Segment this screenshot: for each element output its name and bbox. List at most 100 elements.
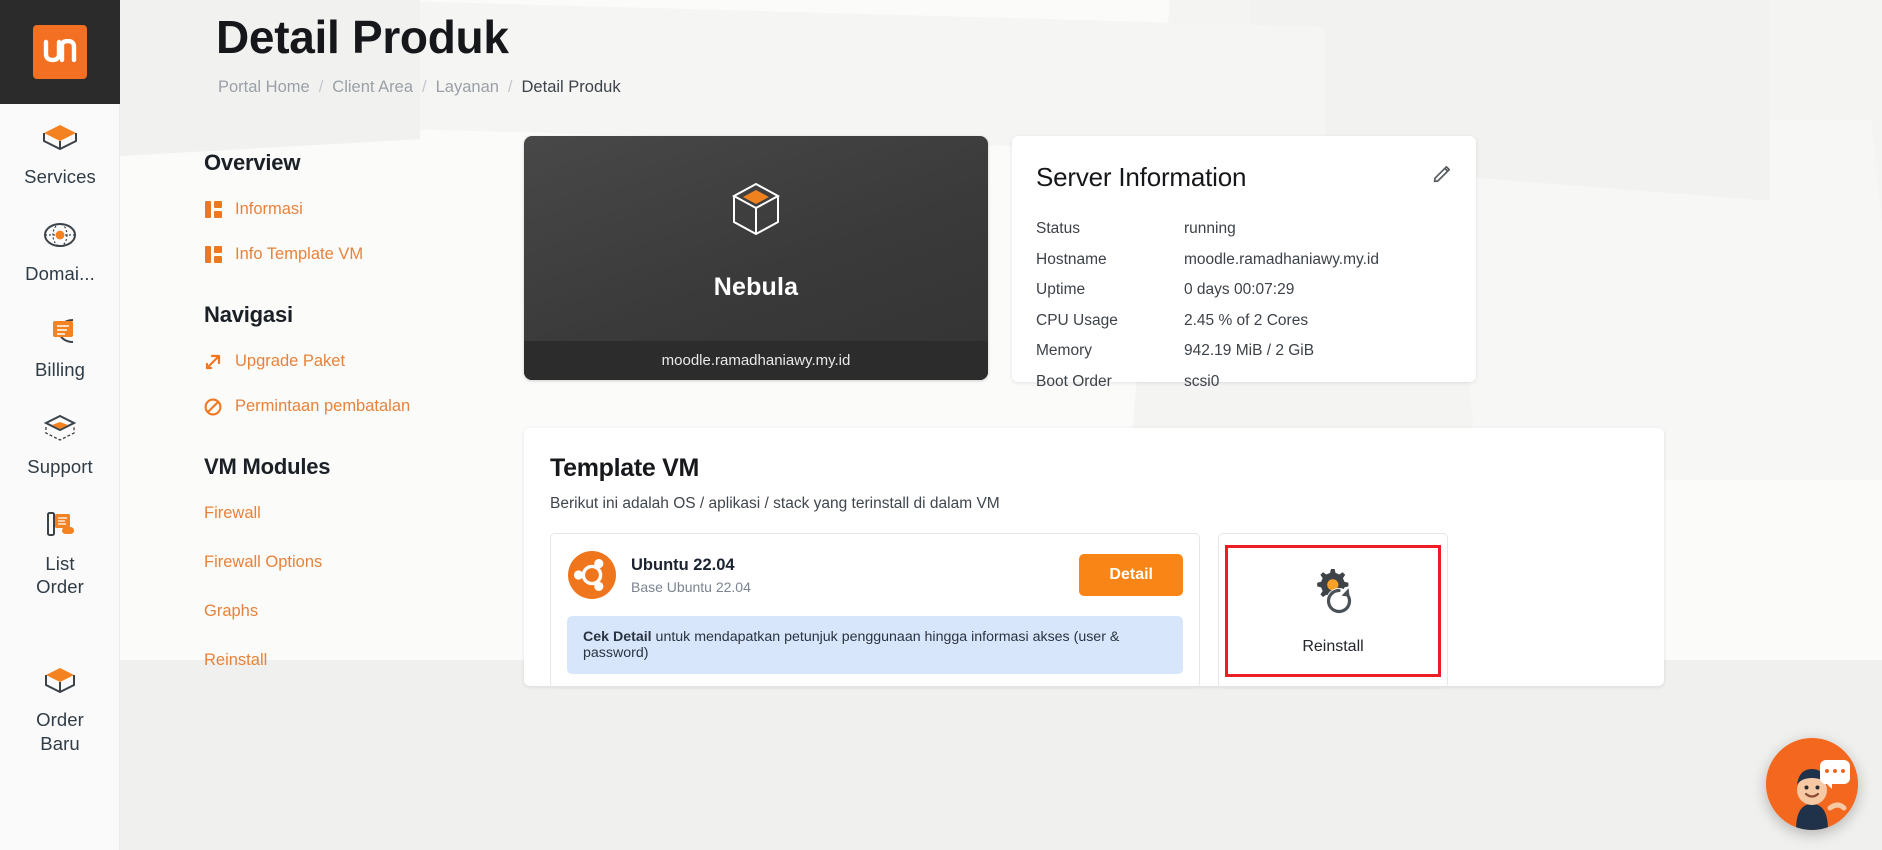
server-info-value: 0 days 00:07:29 [1184,278,1294,302]
nav-link-upgrade-paket[interactable]: Upgrade Paket [204,352,514,371]
page-content: Detail Produk Portal Home / Client Area … [120,0,1882,850]
dashboard-icon [204,201,222,219]
gear-reinstall-icon [1307,567,1359,624]
nav-link-label: Graphs [204,602,258,621]
nav-link-permintaan-pembatalan[interactable]: Permintaan pembatalan [204,397,514,416]
server-info-key: Memory [1036,339,1184,363]
rail-label: Billing [35,358,85,382]
breadcrumb-separator: / [319,78,324,97]
app-logo[interactable] [0,0,120,104]
vm-hostname-footer: moodle.ramadhaniawy.my.id [524,341,988,380]
rail-item-order-baru[interactable]: Order Baru [0,647,120,767]
nav-link-reinstall[interactable]: Reinstall [204,651,514,670]
ban-icon [204,398,222,416]
globe-icon [39,215,81,255]
nav-link-label: Upgrade Paket [235,352,345,371]
server-info-row: Status running [1036,217,1450,241]
detail-button[interactable]: Detail [1079,554,1183,596]
chat-avatar-icon [1766,738,1858,830]
rail-item-support[interactable]: Support [0,394,120,491]
new-order-box-icon [39,661,81,701]
page-canvas: Detail Produk Portal Home / Client Area … [120,0,1882,850]
nav-link-label: Informasi [235,200,303,219]
server-info-value: 2.45 % of 2 Cores [1184,309,1308,333]
vm-summary-card: Nebula moodle.ramadhaniawy.my.id [524,136,988,380]
template-vm-grid: Ubuntu 22.04 Base Ubuntu 22.04 Detail Ce… [550,533,1638,689]
rail-item-list-order[interactable]: List Order [0,491,120,611]
nav-link-firewall[interactable]: Firewall [204,504,514,523]
server-info-key: Boot Order [1036,370,1184,394]
reinstall-panel: Reinstall [1218,533,1448,689]
vm-summary-body: Nebula [524,136,988,341]
nav-link-info-template-vm[interactable]: Info Template VM [204,245,514,264]
rail-label: Order Baru [36,708,84,755]
os-alert-text: untuk mendapatkan petunjuk penggunaan hi… [583,629,1119,661]
nav-link-graphs[interactable]: Graphs [204,602,514,621]
server-info-key: Status [1036,217,1184,241]
cube-icon [722,176,790,249]
template-vm-subtitle: Berikut ini adalah OS / aplikasi / stack… [550,495,1638,513]
jh-logo-icon [43,39,77,65]
secondary-nav: Overview Informasi [204,150,514,700]
nav-link-label: Permintaan pembatalan [235,397,410,416]
box-icon [39,118,81,158]
dashboard-icon [204,246,222,264]
os-row: Ubuntu 22.04 Base Ubuntu 22.04 Detail [567,550,1183,600]
rail-label: Domai... [25,262,95,286]
nav-link-informasi[interactable]: Informasi [204,200,514,219]
reinstall-button[interactable]: Reinstall [1225,545,1441,677]
rail-label: List Order [36,552,84,599]
rail-item-billing[interactable]: Billing [0,297,120,394]
template-vm-title: Template VM [550,454,1638,483]
rail-spacer [0,611,119,647]
left-icon-rail: Services Domai... Billing [0,0,120,850]
breadcrumb-item-portal-home[interactable]: Portal Home [218,78,310,97]
support-box-icon [39,408,81,448]
server-info-value: scsi0 [1184,370,1219,394]
server-information-title: Server Information [1036,162,1450,193]
template-vm-card: Template VM Berikut ini adalah OS / apli… [524,428,1664,686]
breadcrumb: Portal Home / Client Area / Layanan / De… [218,78,621,97]
nav-link-firewall-options[interactable]: Firewall Options [204,553,514,572]
os-alert: Cek Detail untuk mendapatkan petunjuk pe… [567,616,1183,674]
os-alert-strong: Cek Detail [583,629,652,645]
breadcrumb-separator: / [508,78,513,97]
server-information-rows: Status running Hostname moodle.ramadhani… [1036,217,1450,394]
os-description: Base Ubuntu 22.04 [631,579,1079,595]
server-info-key: Uptime [1036,278,1184,302]
server-info-value: moodle.ramadhaniawy.my.id [1184,248,1379,272]
list-order-icon [39,505,81,545]
os-panel: Ubuntu 22.04 Base Ubuntu 22.04 Detail Ce… [550,533,1200,689]
server-info-row: CPU Usage 2.45 % of 2 Cores [1036,309,1450,333]
chat-widget[interactable] [1766,738,1858,830]
breadcrumb-item-client-area[interactable]: Client Area [332,78,413,97]
vm-name: Nebula [714,273,799,302]
breadcrumb-item-detail-produk: Detail Produk [522,78,621,97]
os-text: Ubuntu 22.04 Base Ubuntu 22.04 [631,556,1079,595]
server-info-row: Hostname moodle.ramadhaniawy.my.id [1036,248,1450,272]
nav-heading-vm-modules: VM Modules [204,454,514,480]
server-info-value: running [1184,217,1236,241]
rail-label: Services [24,165,96,189]
nav-heading-navigasi: Navigasi [204,302,514,328]
nav-link-label: Reinstall [204,651,267,670]
page-title: Detail Produk [216,10,509,64]
rail-item-services[interactable]: Services [0,104,120,201]
server-info-key: Hostname [1036,248,1184,272]
nav-link-label: Info Template VM [235,245,363,264]
os-name: Ubuntu 22.04 [631,556,1079,575]
reinstall-label: Reinstall [1302,638,1363,656]
nav-link-label: Firewall Options [204,553,322,572]
invoice-icon [39,311,81,351]
nav-heading-overview: Overview [204,150,514,176]
server-information-card: Server Information Status running Hostna… [1012,136,1476,382]
rail-item-domains[interactable]: Domai... [0,201,120,298]
nav-link-label: Firewall [204,504,261,523]
breadcrumb-item-layanan[interactable]: Layanan [436,78,499,97]
rail-label: Support [27,455,93,479]
chat-bubble-icon [1820,760,1850,784]
breadcrumb-separator: / [422,78,427,97]
server-info-row: Uptime 0 days 00:07:29 [1036,278,1450,302]
server-info-value: 942.19 MiB / 2 GiB [1184,339,1314,363]
pencil-icon[interactable] [1432,162,1454,184]
